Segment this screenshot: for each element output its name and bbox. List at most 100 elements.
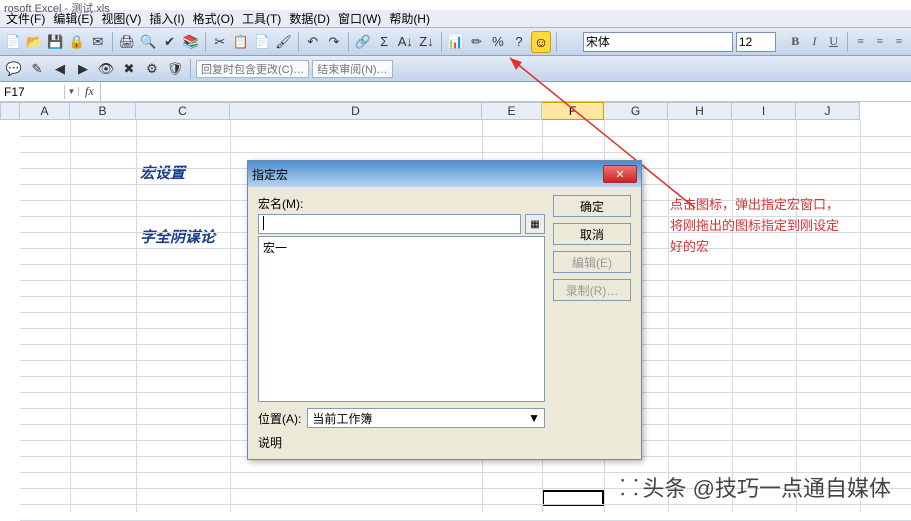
menu-edit[interactable]: 编辑(E) bbox=[49, 10, 97, 27]
edit-button[interactable]: 编辑(E) bbox=[553, 251, 631, 273]
spell-icon[interactable]: ✔ bbox=[161, 32, 179, 52]
end-review[interactable]: 结束审阅(N)… bbox=[312, 60, 392, 78]
cancel-button[interactable]: 取消 bbox=[553, 223, 631, 245]
italic-button[interactable]: I bbox=[806, 33, 822, 51]
macro-list[interactable]: 宏一 bbox=[258, 236, 545, 402]
ok-button[interactable]: 确定 bbox=[553, 195, 631, 217]
col-header-a[interactable]: A bbox=[20, 102, 70, 120]
col-header-b[interactable]: B bbox=[70, 102, 136, 120]
align-center-icon[interactable]: ≡ bbox=[872, 33, 888, 51]
comment-show-icon[interactable]: 👁 bbox=[96, 59, 116, 79]
watermark-text: 头条 @技巧一点通自媒体 bbox=[643, 471, 891, 503]
sort-asc-icon[interactable]: A↓ bbox=[396, 32, 414, 52]
permission-icon[interactable]: 🔒 bbox=[68, 32, 86, 52]
comment-delete-icon[interactable]: ✖ bbox=[119, 59, 139, 79]
toolbar-standard: 📄 📂 💾 🔒 ✉ 🖨 🔍 ✔ 📚 ✂ 📋 📄 🖌 ↶ ↷ 🔗 Σ A↓ Z↓ … bbox=[0, 28, 911, 56]
macro-name-input[interactable] bbox=[258, 214, 521, 234]
menu-format[interactable]: 格式(O) bbox=[189, 10, 238, 27]
callout-line-1: 点击图标，弹出指定宏窗口， bbox=[670, 195, 880, 216]
callout-line-2: 将刚拖出的图标指定到刚设定 bbox=[670, 216, 880, 237]
dialog-title: 指定宏 bbox=[252, 166, 288, 183]
col-header-h[interactable]: H bbox=[668, 102, 732, 120]
name-box[interactable]: F17 bbox=[0, 85, 65, 99]
comment-new-icon[interactable]: 💬 bbox=[4, 59, 24, 79]
col-header-i[interactable]: I bbox=[732, 102, 796, 120]
underline-button[interactable]: U bbox=[826, 33, 842, 51]
bold-button[interactable]: B bbox=[787, 33, 803, 51]
link-icon[interactable]: 🔗 bbox=[354, 32, 372, 52]
col-header-j[interactable]: J bbox=[796, 102, 860, 120]
separator bbox=[348, 32, 349, 52]
watermark: ⸬ 头条 @技巧一点通自媒体 bbox=[620, 471, 891, 503]
menu-view[interactable]: 视图(V) bbox=[97, 10, 145, 27]
menu-insert[interactable]: 插入(I) bbox=[145, 10, 188, 27]
location-label: 位置(A): bbox=[258, 410, 301, 427]
col-header-g[interactable]: G bbox=[604, 102, 668, 120]
formula-bar-row: F17 ▼ fx bbox=[0, 82, 911, 102]
window-title: rosoft Excel - 测试.xls bbox=[0, 0, 911, 10]
help-icon[interactable]: ? bbox=[510, 32, 528, 52]
format-painter-icon[interactable]: 🖌 bbox=[274, 32, 293, 52]
menu-tools[interactable]: 工具(T) bbox=[238, 10, 285, 27]
menu-data[interactable]: 数据(D) bbox=[285, 10, 334, 27]
comment-edit-icon[interactable]: ✎ bbox=[27, 59, 47, 79]
font-size-select[interactable] bbox=[736, 32, 776, 52]
align-left-icon[interactable]: ≡ bbox=[853, 33, 869, 51]
col-header-d[interactable]: D bbox=[230, 102, 482, 120]
research-icon[interactable]: 📚 bbox=[182, 32, 200, 52]
description-label: 说明 bbox=[258, 434, 282, 451]
comment-next-icon[interactable]: ▶ bbox=[73, 59, 93, 79]
col-header-c[interactable]: C bbox=[136, 102, 230, 120]
open-icon[interactable]: 📂 bbox=[25, 32, 43, 52]
redo-icon[interactable]: ↷ bbox=[325, 32, 343, 52]
dialog-titlebar[interactable]: 指定宏 ✕ bbox=[248, 161, 641, 187]
smiley-icon[interactable]: ☺ bbox=[531, 31, 551, 53]
menu-file[interactable]: 文件(F) bbox=[2, 10, 49, 27]
menu-window[interactable]: 窗口(W) bbox=[334, 10, 385, 27]
comment-prev-icon[interactable]: ◀ bbox=[50, 59, 70, 79]
separator bbox=[190, 59, 191, 79]
reply-with-changes[interactable]: 回复时包含更改(C)… bbox=[196, 60, 309, 78]
track-icon[interactable]: ⚙ bbox=[142, 59, 162, 79]
zoom-icon[interactable]: % bbox=[489, 32, 507, 52]
paste-icon[interactable]: 📄 bbox=[253, 32, 271, 52]
copy-icon[interactable]: 📋 bbox=[232, 32, 250, 52]
preview-icon[interactable]: 🔍 bbox=[139, 32, 157, 52]
sort-desc-icon[interactable]: Z↓ bbox=[417, 32, 435, 52]
close-icon[interactable]: ✕ bbox=[603, 165, 637, 183]
new-icon[interactable]: 📄 bbox=[4, 32, 22, 52]
reference-icon[interactable]: ▦ bbox=[525, 214, 545, 234]
assign-macro-dialog: 指定宏 ✕ 宏名(M): ▦ 宏一 位置(A): 当前工作簿 ▼ 说明 bbox=[247, 160, 642, 460]
chart-icon[interactable]: 📊 bbox=[446, 32, 464, 52]
name-box-dropdown-icon[interactable]: ▼ bbox=[65, 87, 79, 96]
save-icon[interactable]: 💾 bbox=[46, 32, 64, 52]
dropdown-icon: ▼ bbox=[528, 411, 540, 425]
separator bbox=[205, 32, 206, 52]
macro-list-item[interactable]: 宏一 bbox=[263, 239, 540, 256]
undo-icon[interactable]: ↶ bbox=[304, 32, 322, 52]
cell-text-2: 字全阴谋论 bbox=[140, 226, 215, 247]
select-all-corner[interactable] bbox=[0, 102, 20, 120]
record-button[interactable]: 录制(R)… bbox=[553, 279, 631, 301]
menu-help[interactable]: 帮助(H) bbox=[385, 10, 434, 27]
location-select[interactable]: 当前工作簿 ▼ bbox=[307, 408, 545, 428]
col-header-f[interactable]: F bbox=[542, 102, 604, 120]
macro-name-label: 宏名(M): bbox=[258, 195, 545, 212]
menu-bar: 文件(F) 编辑(E) 视图(V) 插入(I) 格式(O) 工具(T) 数据(D… bbox=[0, 10, 911, 28]
separator bbox=[847, 32, 848, 52]
separator bbox=[556, 32, 557, 52]
col-header-e[interactable]: E bbox=[482, 102, 542, 120]
print-icon[interactable]: 🖨 bbox=[118, 32, 137, 52]
protect-icon[interactable]: 🛡 bbox=[165, 59, 185, 79]
font-name-select[interactable] bbox=[583, 32, 733, 52]
cell-macro-settings: 宏设置 bbox=[140, 162, 185, 183]
draw-icon[interactable]: ✏ bbox=[468, 32, 486, 52]
mail-icon[interactable]: ✉ bbox=[89, 32, 107, 52]
separator bbox=[441, 32, 442, 52]
align-right-icon[interactable]: ≡ bbox=[891, 33, 907, 51]
formula-bar[interactable] bbox=[100, 82, 911, 101]
cut-icon[interactable]: ✂ bbox=[211, 32, 229, 52]
fx-icon[interactable]: fx bbox=[79, 84, 100, 99]
separator bbox=[298, 32, 299, 52]
sum-icon[interactable]: Σ bbox=[375, 32, 393, 52]
